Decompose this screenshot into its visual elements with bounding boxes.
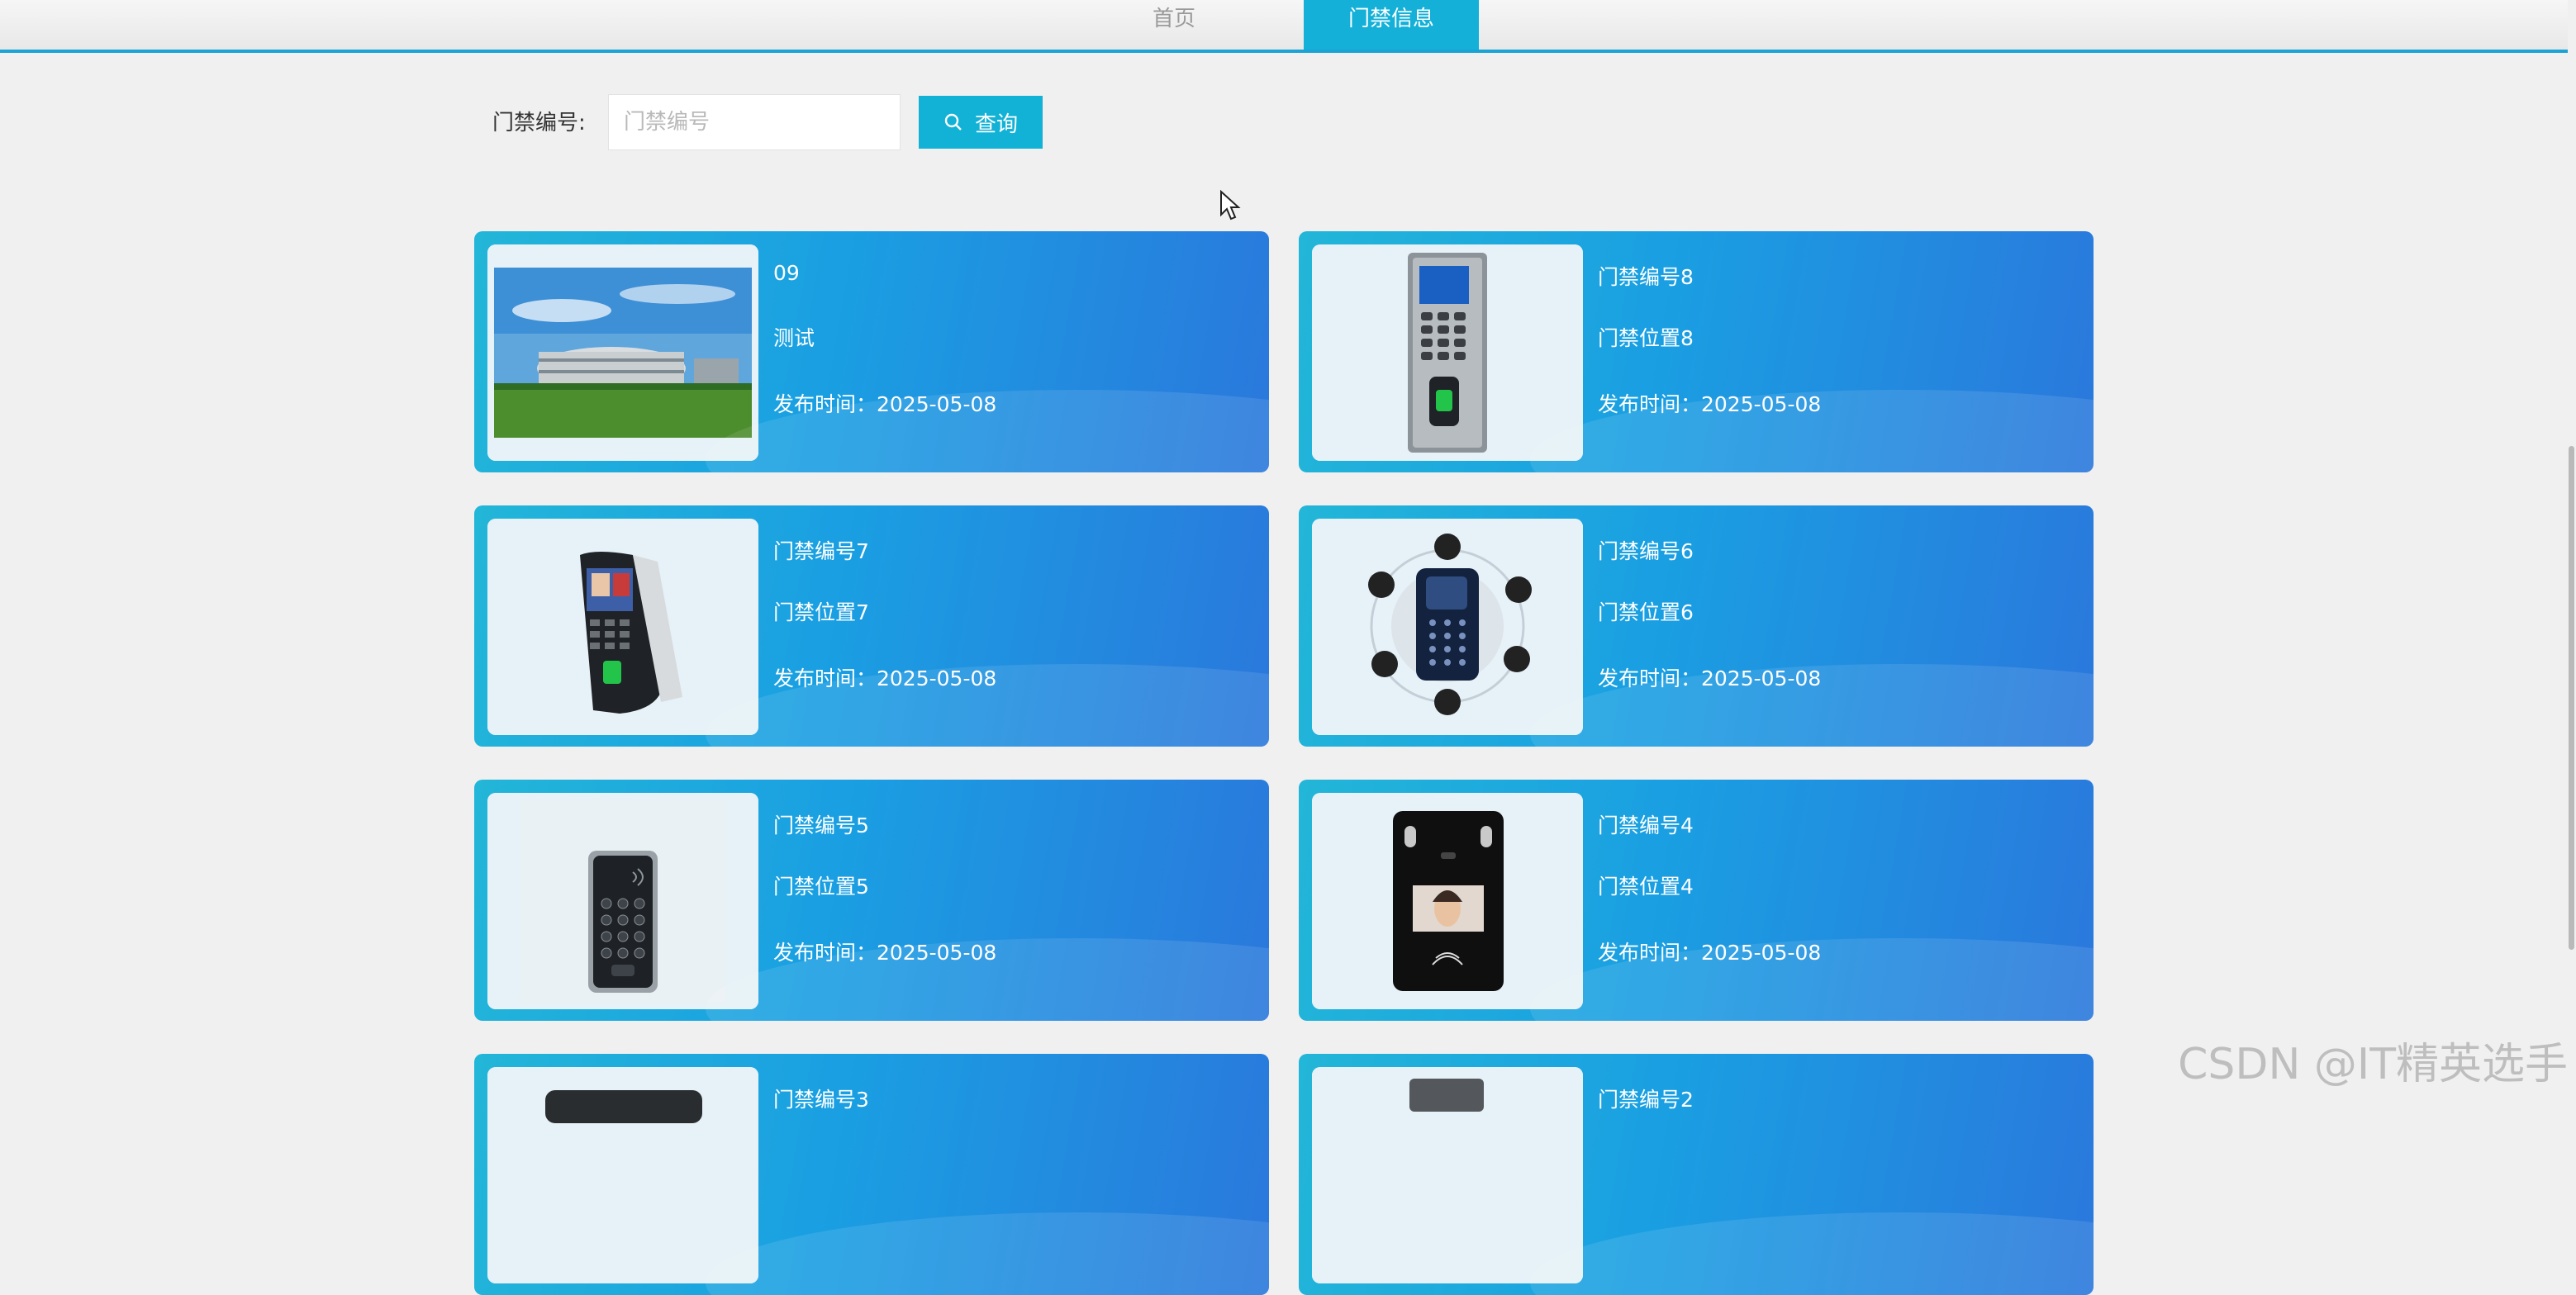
search-button[interactable]: 查询: [919, 96, 1043, 149]
access-card[interactable]: 门禁编号6 门禁位置6 发布时间：2025-05-08: [1299, 505, 2094, 747]
access-card[interactable]: 门禁编号4 门禁位置4 发布时间：2025-05-08: [1299, 780, 2094, 1021]
card-image-device: [487, 1067, 758, 1283]
card-title: 门禁编号3: [773, 1088, 869, 1112]
top-nav: 首页 门禁信息: [0, 0, 2576, 53]
card-subtitle: 门禁位置6: [1598, 600, 1694, 624]
scrollbar-thumb[interactable]: [2569, 446, 2574, 950]
card-date: 发布时间：2025-05-08: [773, 392, 997, 416]
watermark: CSDN @IT精英选手: [2178, 1040, 2568, 1089]
access-card[interactable]: 门禁编号2: [1299, 1054, 2094, 1295]
card-image-building: [487, 244, 758, 461]
search-button-label: 查询: [974, 111, 1018, 137]
search-label: 门禁编号:: [492, 111, 586, 135]
card-subtitle: 门禁位置7: [773, 600, 869, 624]
search-input[interactable]: [608, 94, 901, 150]
card-date: 发布时间：2025-05-08: [773, 666, 997, 690]
card-title: 09: [773, 261, 800, 285]
nav-home[interactable]: 首页: [1096, 0, 1252, 50]
card-subtitle: 门禁位置8: [1598, 326, 1694, 350]
nav-access-info[interactable]: 门禁信息: [1304, 0, 1479, 50]
card-image-keypad-card-reader: [487, 793, 758, 1009]
mouse-cursor-icon: [1219, 189, 1241, 225]
card-title: 门禁编号8: [1598, 265, 1694, 289]
access-card[interactable]: 门禁编号5 门禁位置5 发布时间：2025-05-08: [474, 780, 1269, 1021]
access-card[interactable]: 门禁编号8 门禁位置8 发布时间：2025-05-08: [1299, 231, 2094, 472]
card-date: 发布时间：2025-05-08: [1598, 666, 1822, 690]
card-title: 门禁编号7: [773, 539, 869, 563]
card-date: 发布时间：2025-05-08: [1598, 941, 1822, 965]
card-image-face-fingerprint-terminal: [487, 519, 758, 735]
access-card[interactable]: 门禁编号7 门禁位置7 发布时间：2025-05-08: [474, 505, 1269, 747]
card-title: 门禁编号5: [773, 814, 869, 837]
card-image-keypad-fingerprint-terminal: [1312, 244, 1583, 461]
card-title: 门禁编号6: [1598, 539, 1694, 563]
search-icon: [943, 112, 963, 132]
card-date: 发布时间：2025-05-08: [1598, 392, 1822, 416]
card-subtitle: 门禁位置5: [773, 875, 869, 899]
card-image-device: [1312, 1067, 1583, 1283]
scrollbar-track[interactable]: [2568, 0, 2576, 1102]
card-title: 门禁编号2: [1598, 1088, 1694, 1112]
card-subtitle: 测试: [773, 326, 815, 350]
card-title: 门禁编号4: [1598, 814, 1694, 837]
card-image-card-reader-diagram: [1312, 519, 1583, 735]
access-card[interactable]: 门禁编号3: [474, 1054, 1269, 1295]
card-date: 发布时间：2025-05-08: [773, 941, 997, 965]
card-subtitle: 门禁位置4: [1598, 875, 1694, 899]
card-image-face-recognition-panel: [1312, 793, 1583, 1009]
access-card[interactable]: 09 测试 发布时间：2025-05-08: [474, 231, 1269, 472]
